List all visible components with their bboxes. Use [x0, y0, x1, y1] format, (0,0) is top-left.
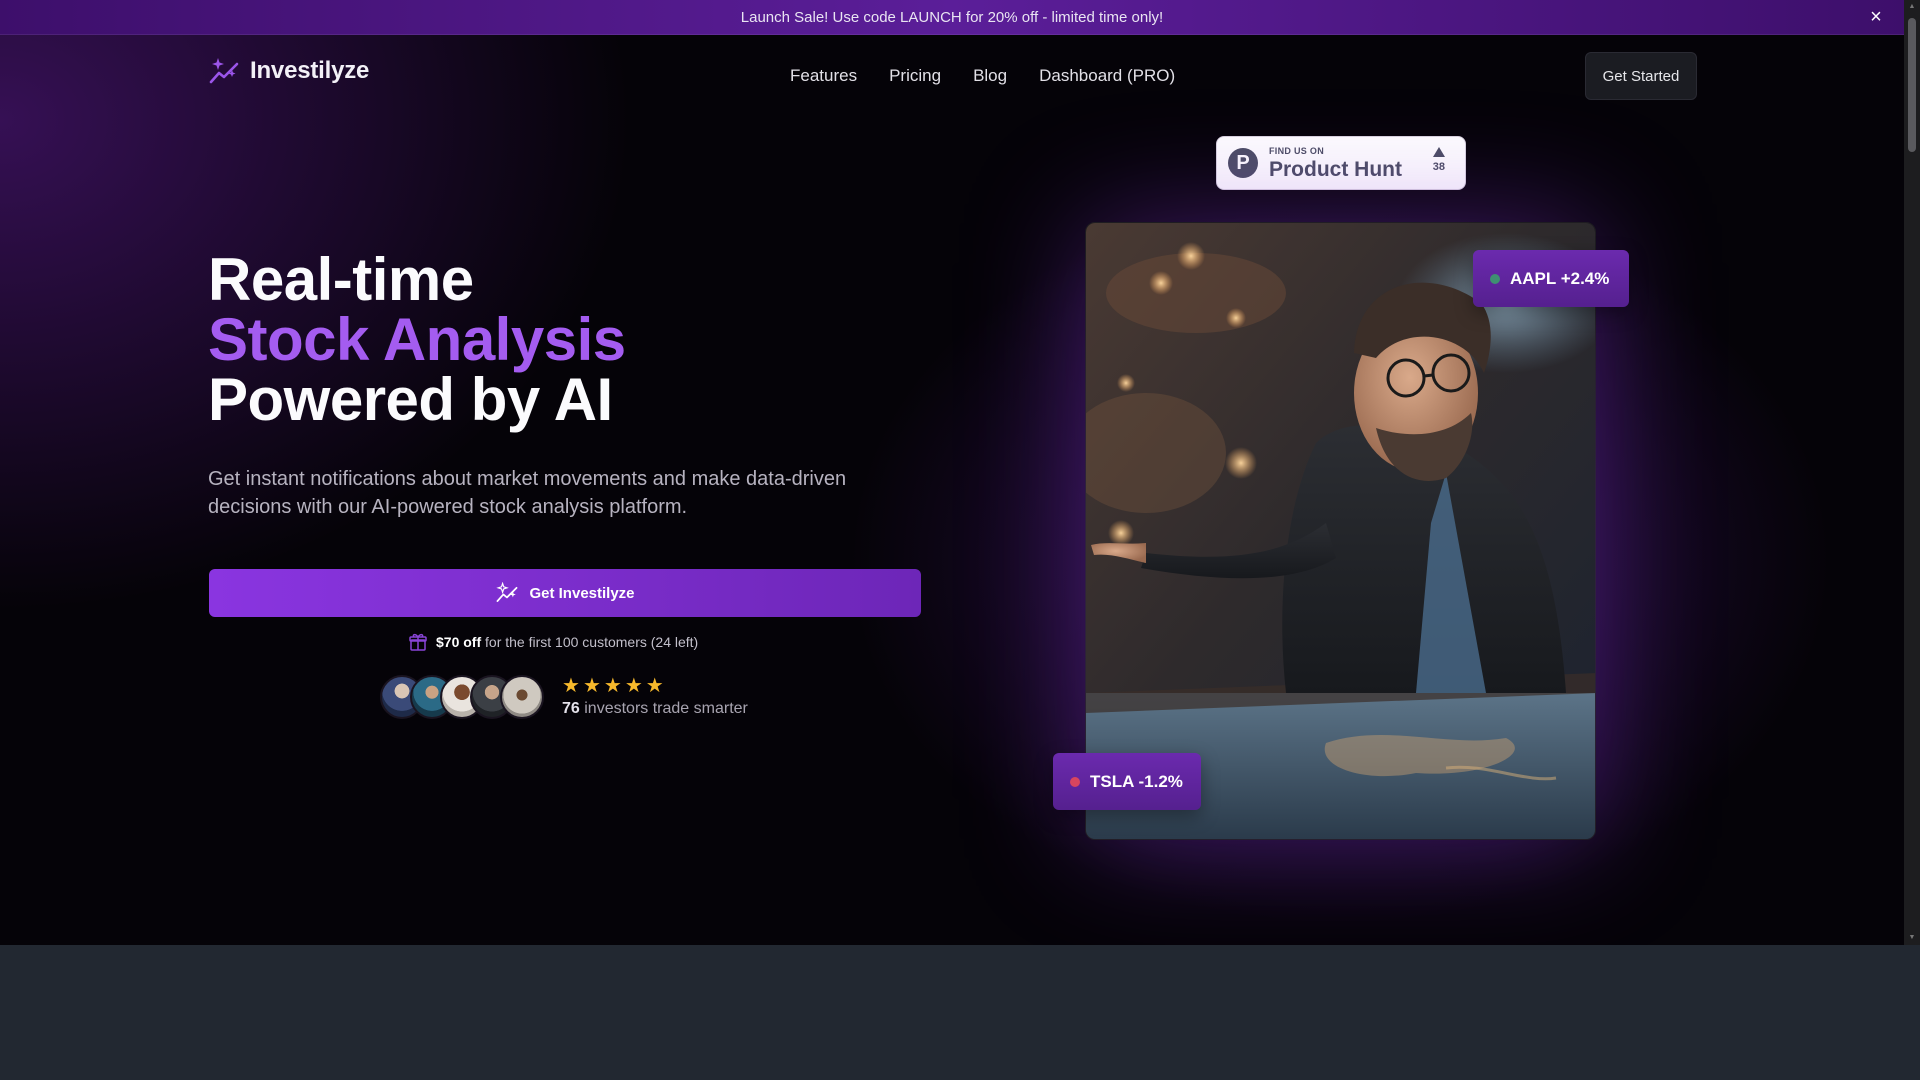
offer-text: $70 off for the first 100 customers (24 … — [436, 634, 698, 650]
scrollbar[interactable]: ▲ ▼ — [1904, 0, 1920, 945]
product-hunt-label: Product Hunt — [1269, 157, 1402, 181]
discount-offer: $70 off for the first 100 customers (24 … — [408, 632, 698, 652]
product-hunt-votes: 38 — [1433, 147, 1445, 173]
nav-link-dashboard[interactable]: Dashboard (PRO) — [1039, 66, 1175, 86]
upvote-arrow-icon — [1432, 147, 1445, 157]
top-nav: Investilyze Features Pricing Blog Dashbo… — [0, 36, 1904, 116]
down-dot-icon — [1070, 776, 1080, 787]
star-icon: ★ — [562, 675, 580, 697]
gift-icon — [409, 633, 427, 651]
star-icon: ★ — [603, 675, 622, 697]
close-icon[interactable]: × — [1866, 7, 1886, 27]
avatar-group — [380, 675, 544, 719]
scroll-down-icon[interactable]: ▼ — [1908, 934, 1916, 942]
product-hunt-badge[interactable]: P FIND US ON Product Hunt 38 — [1216, 136, 1466, 190]
star-icon: ★ — [645, 675, 664, 697]
ticker-badge-aapl: AAPL +2.4% — [1473, 250, 1629, 307]
star-icon: ★ — [624, 675, 643, 697]
hero-title-line-2: Stock Analysis — [208, 306, 626, 373]
analyst-photo — [1086, 223, 1595, 839]
investor-count: 76 — [562, 700, 580, 717]
offer-detail: for the first 100 customers (24 left) — [485, 634, 699, 650]
announcement-text: Launch Sale! Use code LAUNCH for 20% off… — [740, 8, 1164, 26]
star-icon: ★ — [582, 675, 601, 697]
page-viewport: Launch Sale! Use code LAUNCH for 20% off… — [0, 0, 1904, 945]
product-hunt-small-label: FIND US ON — [1269, 145, 1325, 156]
sparkle-chart-icon — [209, 58, 239, 84]
product-hunt-text: FIND US ON Product Hunt — [1269, 145, 1402, 181]
star-rating: ★ ★ ★ ★ ★ — [562, 676, 748, 696]
avatar — [500, 675, 544, 719]
ticker-badge-tsla: TSLA -1.2% — [1053, 753, 1201, 810]
hero-image — [1085, 222, 1596, 840]
nav-link-blog[interactable]: Blog — [973, 66, 1007, 86]
social-proof: ★ ★ ★ ★ ★ 76 investors trade smarter — [380, 675, 748, 719]
investor-label: investors trade smarter — [584, 700, 748, 717]
get-started-button[interactable]: Get Started — [1585, 52, 1697, 100]
nav-link-features[interactable]: Features — [790, 66, 857, 86]
hero-title: Real-time Stock Analysis Powered by AI — [208, 250, 626, 430]
scroll-thumb[interactable] — [1908, 18, 1916, 152]
nav-link-pricing[interactable]: Pricing — [889, 66, 941, 86]
brand-name: Investilyze — [250, 57, 370, 84]
investor-count-text: 76 investors trade smarter — [562, 700, 748, 718]
product-hunt-icon: P — [1228, 148, 1258, 178]
hero-title-line-3: Powered by AI — [208, 366, 613, 433]
offer-amount: $70 off — [436, 634, 482, 650]
ticker-aapl-label: AAPL +2.4% — [1510, 268, 1610, 288]
hero-subtitle: Get instant notifications about market m… — [208, 468, 847, 518]
get-investilyze-label: Get Investilyze — [529, 584, 635, 602]
hero-title-line-1: Real-time — [208, 246, 474, 313]
nav-links: Features Pricing Blog Dashboard (PRO) — [790, 66, 1175, 86]
announcement-bar: Launch Sale! Use code LAUNCH for 20% off… — [0, 0, 1904, 35]
up-dot-icon — [1490, 273, 1500, 284]
brand-logo[interactable]: Investilyze — [208, 56, 369, 86]
vote-count: 38 — [1432, 161, 1445, 173]
ticker-tsla-label: TSLA -1.2% — [1090, 771, 1183, 791]
next-section — [0, 945, 1904, 1080]
scroll-up-icon[interactable]: ▲ — [1908, 3, 1916, 11]
rating-block: ★ ★ ★ ★ ★ 76 investors trade smarter — [562, 676, 748, 718]
get-investilyze-button[interactable]: Get Investilyze — [209, 569, 921, 617]
sparkle-chart-icon — [496, 582, 518, 602]
